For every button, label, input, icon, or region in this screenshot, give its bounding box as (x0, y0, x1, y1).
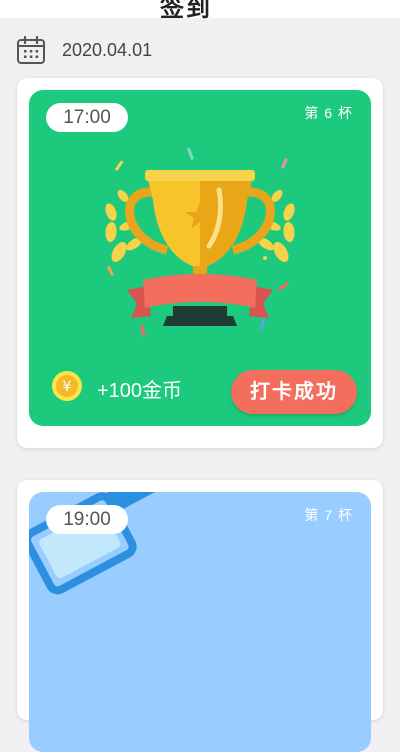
checkin-card[interactable]: 19:00 第 7 杯 (17, 480, 383, 752)
top-bar: 签到 (0, 0, 400, 22)
time-badge: 19:00 (46, 505, 128, 534)
cup-index-label: 第 6 杯 (304, 105, 353, 121)
page-title: 签到 (160, 0, 212, 22)
reward-text: +100金币 (97, 380, 183, 402)
date-row: 2020.04.01 (0, 28, 400, 72)
calendar-icon[interactable] (16, 35, 46, 65)
checkin-panel: 17:00 第 6 杯 ¥ +100金币 打卡成功 (29, 90, 371, 426)
date-label: 2020.04.01 (62, 39, 153, 60)
checkin-panel: 19:00 第 7 杯 (29, 492, 371, 752)
svg-text:¥: ¥ (63, 379, 72, 395)
time-badge: 17:00 (46, 103, 128, 132)
checkin-success-button[interactable]: 打卡成功 (231, 370, 357, 414)
cup-index-label: 第 7 杯 (304, 507, 353, 523)
checkin-card[interactable]: 17:00 第 6 杯 ¥ +100金币 打卡成功 (17, 78, 383, 448)
trophy-icon (105, 147, 295, 338)
coin-icon: ¥ (52, 371, 82, 401)
